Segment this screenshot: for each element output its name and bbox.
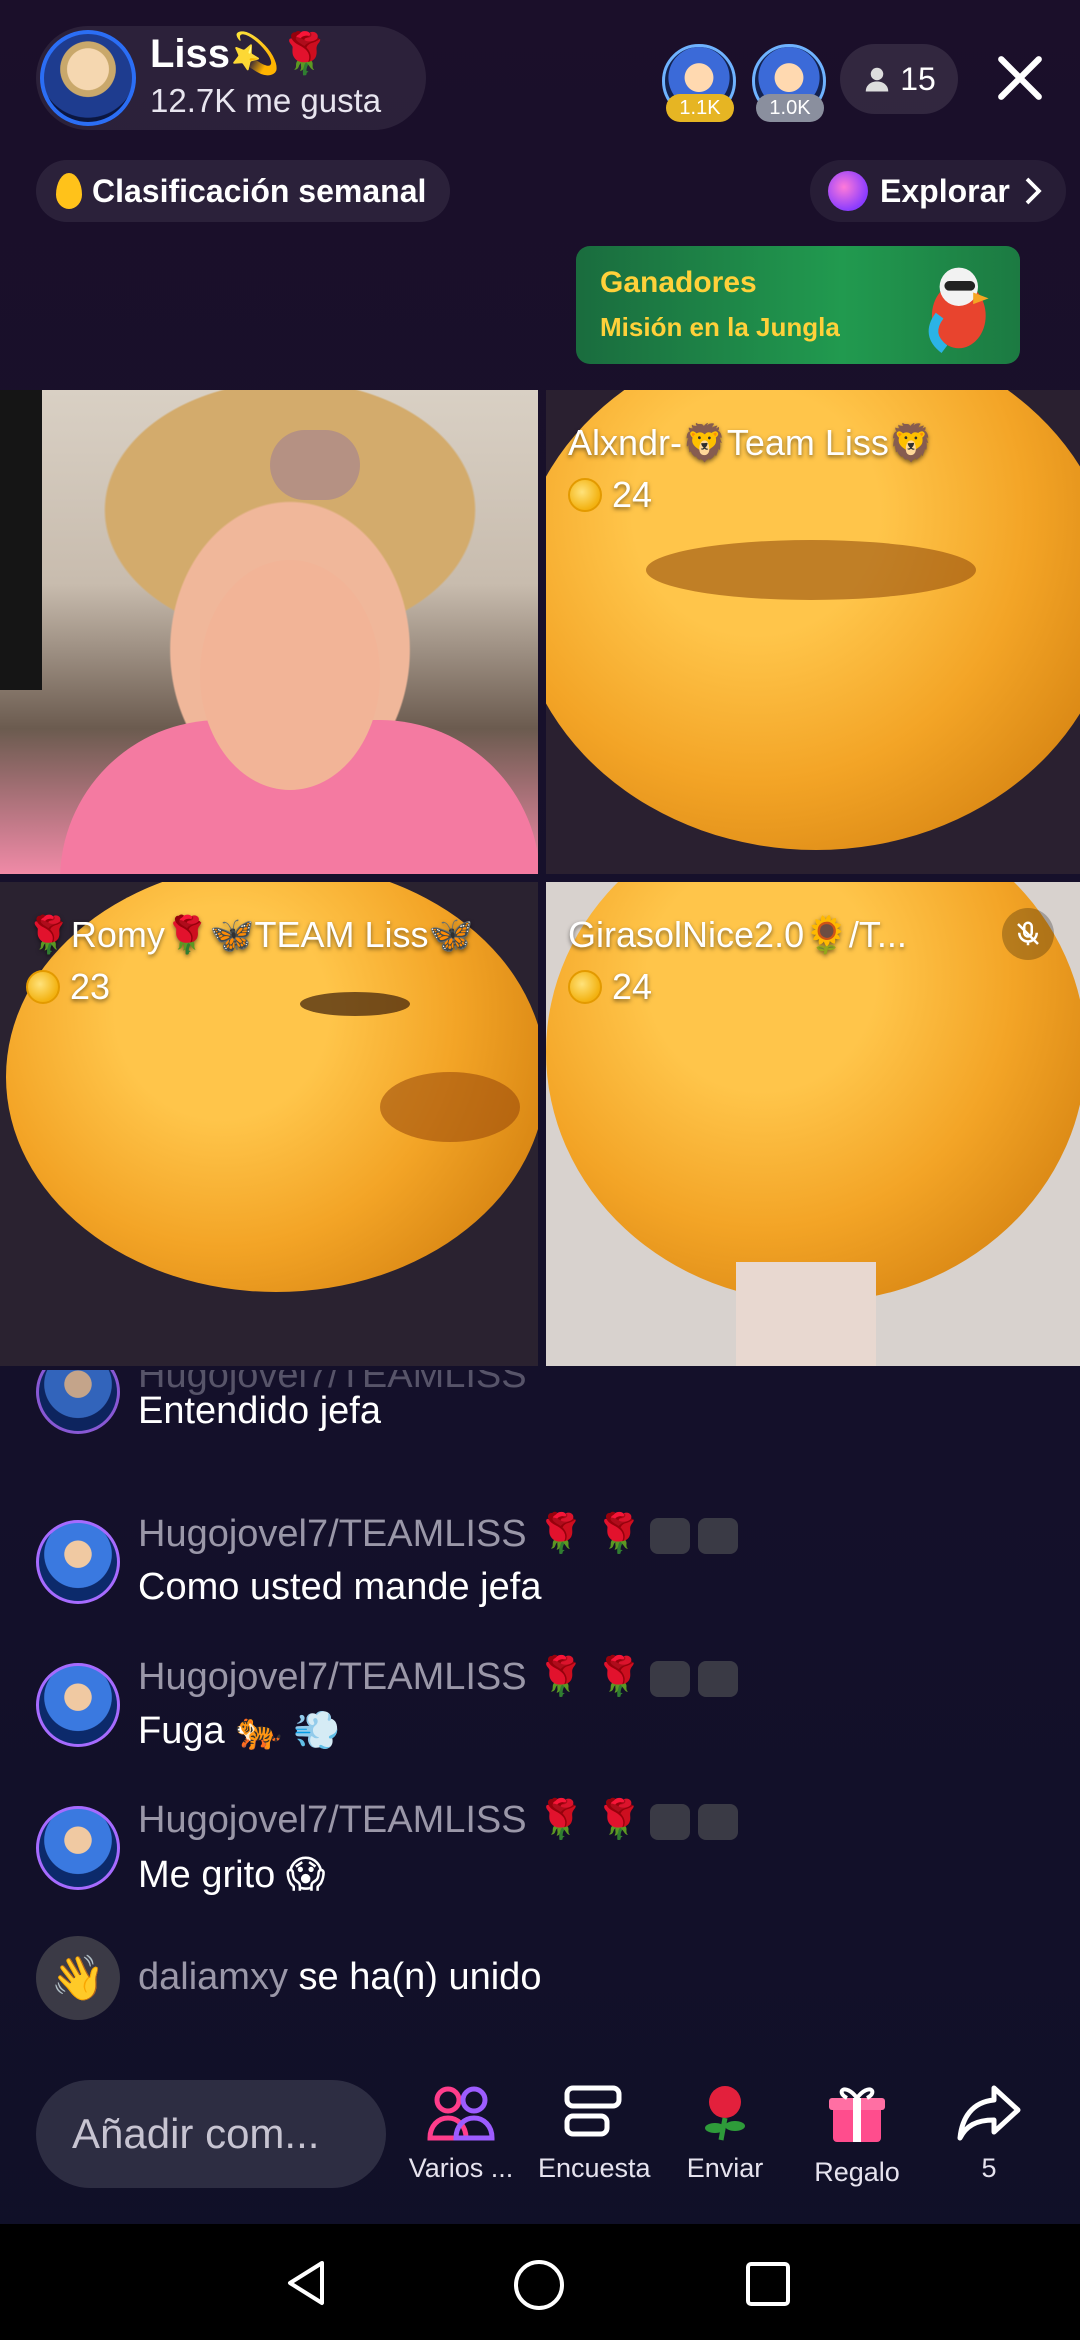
chat-avatar[interactable] — [36, 1520, 120, 1604]
wave-hand-icon: 👋 — [36, 1936, 120, 2020]
host-avatar[interactable] — [40, 30, 136, 126]
send-label: Enviar — [686, 2153, 764, 2183]
back-icon[interactable] — [282, 2258, 332, 2308]
guest-name-1: Alxndr-🦁Team Liss🦁 — [568, 422, 934, 463]
guest-video-tile-1[interactable]: Alxndr-🦁Team Liss🦁 24 — [546, 390, 1080, 874]
close-icon — [998, 56, 1042, 100]
poll-label: Encuesta — [538, 2153, 651, 2183]
multi-guest-label: Varios ... — [408, 2153, 514, 2183]
coin-icon — [26, 970, 60, 1004]
share-icon — [957, 2085, 1021, 2141]
flame-icon — [56, 173, 82, 209]
team-badge-icon — [698, 1660, 739, 1697]
poll-icon — [564, 2085, 622, 2137]
poll-button[interactable]: Encuesta — [538, 2082, 651, 2184]
guest-coin-count-1: 24 — [612, 474, 653, 515]
chat-message: Entendido jefa — [138, 1390, 381, 1432]
guest-shirt — [736, 1262, 876, 1366]
chat-row: Hugojovel7/TEAMLISS 🌹 🌹 Fuga 🐅 💨 — [0, 1655, 1080, 1755]
orange-mouth — [646, 540, 976, 600]
weekly-ranking-button[interactable]: Clasificación semanal — [36, 160, 451, 222]
chat-message: Fuga 🐅 💨 — [138, 1710, 341, 1752]
chat-username[interactable]: Hugojovel7/TEAMLISS 🌹 🌹 — [138, 1655, 739, 1699]
comment-input[interactable]: Añadir com... — [36, 2080, 386, 2188]
chat-row: Hugojovel7/TEAMLISS 🌹 🌹 Como usted mande… — [0, 1512, 1080, 1612]
background-tv — [0, 390, 42, 690]
banner-title: Ganadores — [600, 266, 757, 299]
join-username[interactable]: daliamxy — [138, 1956, 288, 1998]
host-name: Liss💫🌹 — [150, 32, 330, 76]
guest-coins-3: 24 — [568, 966, 652, 1008]
chevron-right-icon — [1025, 177, 1042, 205]
team-badge-icon — [698, 1517, 739, 1554]
person-icon — [865, 67, 889, 92]
mic-muted-button[interactable] — [1002, 908, 1054, 960]
orange-mouth — [380, 1072, 520, 1142]
orange-eye — [300, 992, 410, 1016]
system-nav-bar — [0, 2224, 1080, 2340]
chat-message: Me grito 😱 — [138, 1854, 326, 1896]
chat-message: Como usted mande jefa — [138, 1566, 542, 1608]
chat-avatar[interactable] — [36, 1663, 120, 1747]
guest-coin-count-2: 23 — [70, 966, 111, 1007]
chat-avatar[interactable] — [36, 1806, 120, 1890]
planet-icon — [828, 171, 868, 211]
banner-subtitle: Misión en la Jungla — [600, 312, 840, 342]
chat-row-faded: Hugojovel7/TEAMLISS Entendido jefa — [0, 1370, 1080, 1460]
chat-username[interactable]: Hugojovel7/TEAMLISS 🌹 🌹 — [138, 1512, 739, 1556]
explore-button[interactable]: Explorar — [810, 160, 1066, 222]
mic-muted-icon — [1017, 921, 1039, 946]
explore-label: Explorar — [880, 172, 1010, 209]
host-likes: 12.7K me gusta — [150, 82, 382, 119]
follow-badge-icon — [650, 1803, 691, 1840]
rose-icon — [705, 2086, 745, 2141]
chat-avatar[interactable] — [36, 1370, 120, 1434]
guest-coins-1: 24 — [568, 474, 652, 516]
chat-row: Hugojovel7/TEAMLISS 🌹 🌹 Me grito 😱 — [0, 1798, 1080, 1898]
multi-guest-icon — [427, 2086, 495, 2141]
join-notification: 👋 daliamxy se ha(n) unido — [0, 1936, 1080, 2026]
guest-coins-2: 23 — [26, 966, 110, 1008]
join-message: se ha(n) unido — [298, 1956, 542, 1998]
team-badge-icon — [698, 1803, 739, 1840]
guest-video-tile-2[interactable]: 🌹Romy🌹🦋TEAM Liss🦋 23 — [0, 882, 538, 1366]
gift-label: Regalo — [814, 2157, 900, 2187]
chat-username-text: Hugojovel7/TEAMLISS — [138, 1513, 527, 1555]
viewer-count-button[interactable]: 15 — [840, 44, 958, 114]
send-rose-button[interactable]: Enviar — [670, 2082, 780, 2184]
guest-name-3: GirasolNice2.0🌻/T... — [568, 914, 907, 955]
viewer-count: 15 — [900, 60, 936, 97]
guest-name-2: 🌹Romy🌹🦋TEAM Liss🦋 — [26, 914, 474, 955]
follow-badge-icon — [650, 1660, 691, 1697]
chat-username-text: Hugojovel7/TEAMLISS — [138, 1799, 527, 1841]
home-icon[interactable] — [512, 2258, 566, 2312]
guest-video-tile-3[interactable]: GirasolNice2.0🌻/T... 24 — [546, 882, 1080, 1366]
coin-icon — [568, 970, 602, 1004]
comment-placeholder: Añadir com... — [72, 2110, 320, 2157]
share-count: 5 — [981, 2153, 997, 2183]
chat-username[interactable]: Hugojovel7/TEAMLISS 🌹 🌹 — [138, 1798, 739, 1842]
join-text: daliamxy se ha(n) unido — [138, 1956, 541, 1999]
host-face — [200, 560, 380, 790]
gift-button[interactable]: Regalo — [802, 2082, 912, 2188]
close-button[interactable] — [990, 40, 1050, 116]
follow-badge-icon — [650, 1517, 691, 1554]
recents-icon[interactable] — [744, 2260, 792, 2308]
parrot-icon — [928, 267, 989, 354]
guest-coin-count-3: 24 — [612, 966, 653, 1007]
host-video-tile[interactable] — [0, 390, 538, 874]
top-viewer-count-1: 1.1K — [666, 94, 734, 122]
scrunchie — [270, 430, 360, 500]
weekly-ranking-label: Clasificación semanal — [92, 172, 427, 209]
jungle-mission-banner[interactable]: Ganadores Misión en la Jungla — [576, 246, 1020, 364]
top-viewer-count-2: 1.0K — [756, 94, 824, 122]
multi-guest-button[interactable]: Varios ... — [406, 2082, 516, 2184]
coin-icon — [568, 478, 602, 512]
share-button[interactable]: 5 — [934, 2082, 1044, 2184]
gift-icon — [829, 2087, 885, 2142]
chat-username-text: Hugojovel7/TEAMLISS — [138, 1656, 527, 1698]
